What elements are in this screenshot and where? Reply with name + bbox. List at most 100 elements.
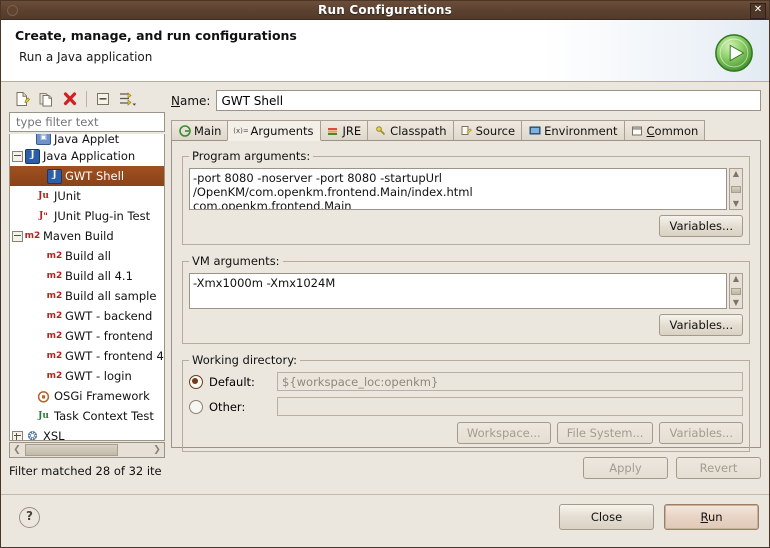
tree-item-label: OSGi Framework — [54, 389, 150, 403]
program-arguments-group: Program arguments: -port 8080 -noserver … — [182, 149, 750, 245]
tree-horizontal-scrollbar[interactable]: ❮ ❯ — [9, 442, 165, 458]
scrollbar-thumb[interactable] — [731, 185, 741, 193]
page-subtitle: Run a Java application — [19, 50, 153, 64]
tab-source[interactable]: Source — [452, 120, 523, 140]
run-button[interactable]: Run — [664, 504, 759, 530]
working-directory-group: Working directory: Default: ${workspace_… — [182, 353, 750, 452]
maven-icon: m2 — [46, 331, 63, 341]
dialog-footer: ? Close Run — [1, 494, 769, 547]
default-radio[interactable] — [189, 374, 203, 389]
toolbar-separator — [86, 91, 87, 107]
program-variables-button[interactable]: Variables... — [659, 215, 743, 237]
delete-configuration-icon[interactable] — [59, 88, 81, 110]
working-directory-variables-button[interactable]: Variables... — [659, 422, 743, 444]
arguments-tab-icon: (x)= — [233, 126, 249, 135]
tab-arguments[interactable]: (x)= Arguments — [227, 120, 321, 141]
scroll-right-icon[interactable]: ❯ — [150, 445, 164, 455]
environment-tab-icon — [528, 124, 541, 137]
tab-environment[interactable]: Environment — [521, 120, 625, 140]
name-input[interactable]: GWT Shell — [216, 90, 761, 111]
working-directory-default-row: Default: ${workspace_loc:openkm} — [189, 372, 743, 391]
junit-icon: Ju — [38, 191, 49, 201]
duplicate-configuration-icon[interactable] — [35, 88, 57, 110]
tab-label: Main — [194, 123, 222, 138]
tree-item-maven-build[interactable]: m2 Maven Build — [10, 226, 164, 246]
tree-item-osgi-framework[interactable]: ⨀ OSGi Framework — [10, 386, 164, 406]
osgi-icon: ⨀ — [37, 389, 50, 403]
filter-configurations-icon[interactable] — [116, 88, 138, 110]
configurations-tree[interactable]: ▣ Java Applet J Java Application J GWT Shell J… — [9, 134, 165, 441]
tree-item-xsl[interactable]: ❂ XSL — [10, 426, 164, 440]
close-button[interactable]: Close — [559, 504, 654, 530]
dialog-banner: Create, manage, and run configurations R… — [1, 20, 769, 82]
scroll-up-icon[interactable]: ▲ — [733, 275, 739, 283]
program-arguments-input[interactable]: -port 8080 -noserver -port 8080 -startup… — [189, 168, 727, 210]
run-configurations-dialog: Run Configurations ✕ Create, manage, and… — [0, 0, 770, 548]
scroll-up-icon[interactable]: ▲ — [733, 170, 739, 178]
scrollbar-thumb[interactable] — [25, 444, 119, 456]
window-menu-icon[interactable] — [7, 5, 18, 16]
apply-revert-row: Apply Revert — [171, 457, 761, 479]
tree-item-build-all-sample[interactable]: m2 Build all sample — [10, 286, 164, 306]
task-context-icon: Ju — [38, 411, 49, 421]
main-tab-icon — [178, 124, 191, 137]
workspace-button[interactable]: Workspace... — [456, 422, 551, 444]
tab-jre[interactable]: JRE — [319, 120, 369, 140]
default-directory-value: ${workspace_loc:openkm} — [282, 374, 439, 389]
other-directory-input[interactable] — [277, 397, 743, 416]
expand-toggle-icon[interactable] — [10, 426, 24, 440]
scrollbar-track[interactable] — [24, 444, 150, 456]
tree-item-java-applet[interactable]: ▣ Java Applet — [10, 134, 164, 146]
tree-item-task-context-test[interactable]: Ju Task Context Test — [10, 406, 164, 426]
help-icon[interactable]: ? — [19, 507, 40, 528]
run-play-icon — [715, 34, 753, 72]
maven-icon: m2 — [24, 231, 41, 241]
file-system-button[interactable]: File System... — [556, 422, 654, 444]
tree-item-gwt-frontend[interactable]: m2 GWT - frontend — [10, 326, 164, 346]
tree-item-gwt-login[interactable]: m2 GWT - login — [10, 366, 164, 386]
apply-button[interactable]: Apply — [583, 457, 668, 479]
scrollbar-thumb[interactable] — [731, 287, 741, 295]
scroll-down-icon[interactable]: ▼ — [733, 200, 739, 208]
filter-input-wrapper[interactable] — [9, 112, 165, 132]
tree-item-junit[interactable]: Ju JUnit — [10, 186, 164, 206]
tree-item-gwt-backend[interactable]: m2 GWT - backend — [10, 306, 164, 326]
tree-item-java-application[interactable]: J Java Application — [10, 146, 164, 166]
jre-tab-icon — [327, 124, 340, 137]
vm-arguments-scrollbar[interactable]: ▲ ▼ — [729, 273, 743, 309]
search-input[interactable] — [14, 114, 160, 130]
program-arguments-scrollbar[interactable]: ▲ ▼ — [729, 168, 743, 210]
vm-arguments-input[interactable]: -Xmx1000m -Xmx1024M — [189, 273, 727, 309]
tree-item-label: JUnit — [54, 189, 81, 203]
tree-item-gwt-shell[interactable]: J GWT Shell — [10, 166, 164, 186]
tab-label: Classpath — [390, 123, 447, 138]
collapse-all-icon[interactable] — [92, 88, 114, 110]
tab-main[interactable]: Main — [171, 120, 229, 140]
collapse-toggle-icon[interactable] — [10, 226, 24, 246]
scroll-left-icon[interactable]: ❮ — [10, 445, 24, 455]
program-arguments-row: -port 8080 -noserver -port 8080 -startup… — [189, 168, 743, 210]
source-tab-icon — [460, 124, 473, 137]
revert-button[interactable]: Revert — [676, 457, 761, 479]
tree-item-label: GWT - frontend 4. — [65, 349, 165, 363]
close-icon[interactable]: ✕ — [750, 3, 766, 19]
tab-common[interactable]: Common — [623, 120, 706, 140]
tree-item-gwt-frontend-4[interactable]: m2 GWT - frontend 4. — [10, 346, 164, 366]
tree-item-label: Build all 4.1 — [65, 269, 133, 283]
tree-item-build-all-4-1[interactable]: m2 Build all 4.1 — [10, 266, 164, 286]
tree-item-junit-plug-in-test[interactable]: Jᵘ JUnit Plug-in Test — [10, 206, 164, 226]
maven-icon: m2 — [46, 371, 63, 381]
vm-variables-button[interactable]: Variables... — [659, 314, 743, 336]
new-configuration-icon[interactable] — [11, 88, 33, 110]
collapse-toggle-icon[interactable] — [10, 146, 24, 166]
tree-item-build-all[interactable]: m2 Build all — [10, 246, 164, 266]
tab-classpath[interactable]: Classpath — [367, 120, 454, 140]
scroll-down-icon[interactable]: ▼ — [733, 299, 739, 307]
tree-item-label: JUnit Plug-in Test — [54, 209, 151, 223]
other-label: Other: — [209, 399, 246, 414]
other-radio[interactable] — [189, 399, 203, 414]
